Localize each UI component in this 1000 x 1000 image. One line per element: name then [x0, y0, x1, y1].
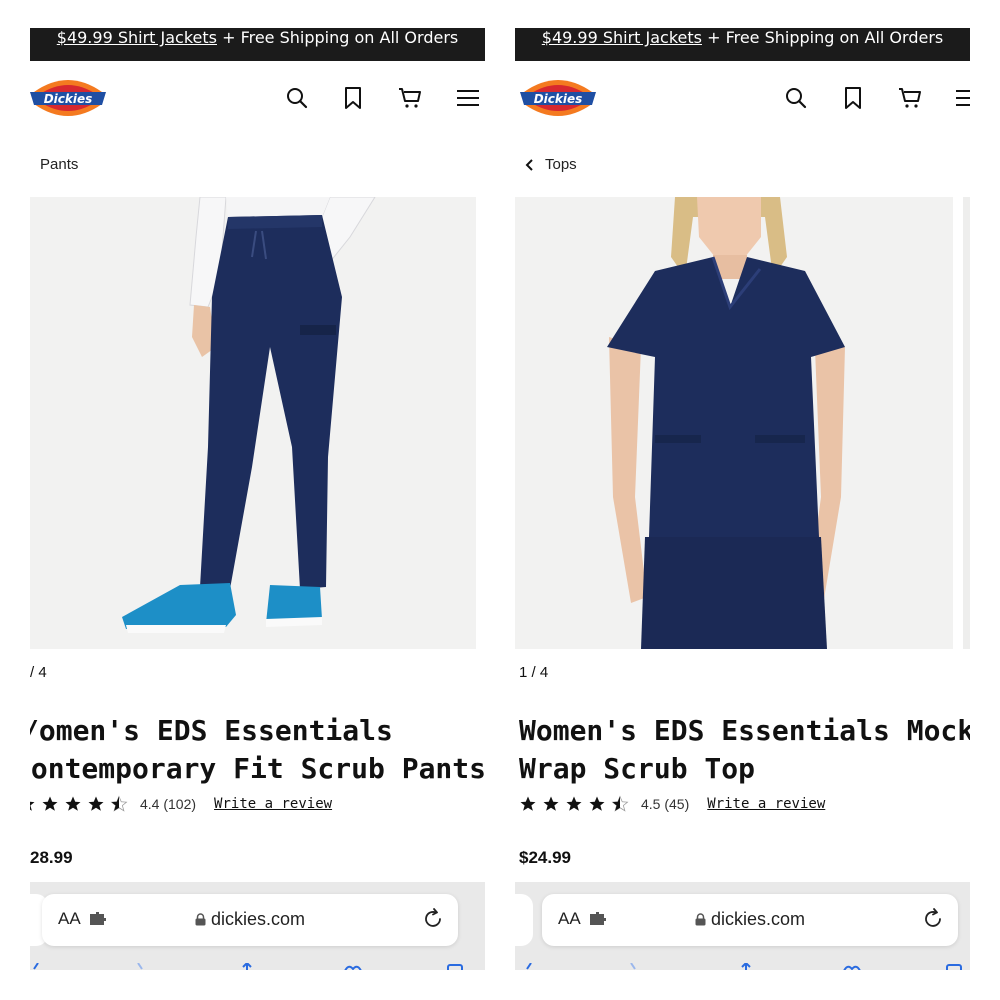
star-icon	[64, 795, 82, 813]
product-price: 28.99	[30, 848, 73, 867]
reload-icon[interactable]	[422, 908, 444, 930]
browser-toolbar	[515, 960, 970, 970]
dickies-logo[interactable]: Dickies	[30, 74, 106, 122]
browser-toolbar	[30, 960, 485, 970]
tabs-icon[interactable]	[945, 960, 967, 970]
breadcrumb[interactable]: Pants	[40, 156, 78, 173]
back-icon[interactable]	[30, 960, 52, 970]
image-counter: / 4	[30, 664, 47, 681]
star-icon	[41, 795, 59, 813]
product-page-top: $49.99 Shirt Jackets + Free Shipping on …	[515, 0, 970, 1000]
product-image-pants[interactable]	[30, 197, 476, 649]
review-count: (45)	[664, 796, 690, 812]
reload-icon[interactable]	[922, 908, 944, 930]
site-header: Dickies	[30, 66, 485, 130]
product-price: $24.99	[519, 848, 571, 867]
promo-link[interactable]: $49.99 Shirt Jackets	[57, 28, 217, 47]
rating-value: 4.4	[140, 796, 160, 812]
review-count: (102)	[163, 796, 197, 812]
star-half-icon	[110, 795, 128, 813]
star-half-icon	[611, 795, 629, 813]
bookmark-icon[interactable]	[841, 86, 865, 110]
svg-text:Dickies: Dickies	[44, 92, 93, 106]
lock-icon	[195, 910, 206, 926]
browser-bottom-bar: AA dickies.com	[515, 882, 970, 970]
share-icon[interactable]	[735, 960, 757, 970]
product-page-pants: $49.99 Shirt Jackets + Free Shipping on …	[30, 0, 485, 1000]
url-text: dickies.com	[710, 909, 806, 929]
cart-icon[interactable]	[398, 86, 422, 110]
back-icon[interactable]	[523, 960, 545, 970]
product-rating: 4.5 (45) Write a review	[519, 795, 825, 813]
address-bar[interactable]: AA dickies.com	[42, 894, 458, 946]
star-icon	[30, 795, 36, 813]
write-review-link[interactable]: Write a review	[214, 796, 332, 812]
product-title: Women's EDS Essentials Mock Wrap Scrub T…	[519, 712, 970, 788]
previous-tab-edge[interactable]	[515, 894, 533, 946]
chevron-left-icon[interactable]	[525, 158, 535, 172]
breadcrumb-label[interactable]: Tops	[545, 156, 577, 173]
menu-icon[interactable]	[955, 86, 970, 110]
star-icon	[588, 795, 606, 813]
browser-bottom-bar: AA dickies.com	[30, 882, 485, 970]
product-title-line-1: Women's EDS Essentials Mock	[519, 714, 970, 747]
star-icon	[565, 795, 583, 813]
bookmarks-icon[interactable]	[342, 960, 364, 970]
url-text: dickies.com	[210, 909, 306, 929]
rating-stars	[519, 795, 629, 813]
forward-icon[interactable]	[134, 960, 156, 970]
product-title-line-2: Wrap Scrub Top	[519, 752, 756, 785]
share-icon[interactable]	[236, 960, 258, 970]
promo-text: + Free Shipping on All Orders	[216, 28, 459, 47]
site-header: Dickies	[515, 66, 970, 130]
breadcrumb[interactable]: Tops	[525, 156, 577, 173]
svg-text:Dickies: Dickies	[534, 92, 583, 106]
tabs-icon[interactable]	[446, 960, 468, 970]
star-icon	[519, 795, 537, 813]
cart-icon[interactable]	[898, 86, 922, 110]
bookmark-icon[interactable]	[341, 86, 365, 110]
product-title-line-2: Contemporary Fit Scrub Pants	[30, 752, 485, 785]
bookmarks-icon[interactable]	[841, 960, 863, 970]
rating-stars	[30, 795, 128, 813]
promo-banner[interactable]: $49.99 Shirt Jackets + Free Shipping on …	[30, 28, 485, 61]
rating-value: 4.5	[641, 796, 661, 812]
star-icon	[87, 795, 105, 813]
product-title-line-1: /omen's EDS Essentials	[30, 714, 393, 747]
menu-icon[interactable]	[456, 86, 480, 110]
product-image-top[interactable]	[515, 197, 953, 649]
promo-link[interactable]: $49.99 Shirt Jackets	[542, 28, 702, 47]
dickies-logo[interactable]: Dickies	[520, 74, 596, 122]
forward-icon[interactable]	[627, 960, 649, 970]
product-rating: 4.4 (102) Write a review	[30, 795, 332, 813]
image-counter: 1 / 4	[519, 664, 549, 681]
lock-icon	[695, 910, 706, 926]
promo-banner[interactable]: $49.99 Shirt Jackets + Free Shipping on …	[515, 28, 970, 61]
search-icon[interactable]	[784, 86, 808, 110]
product-title: /omen's EDS Essentials Contemporary Fit …	[30, 712, 485, 788]
promo-text: + Free Shipping on All Orders	[701, 28, 944, 47]
breadcrumb-label[interactable]: Pants	[40, 156, 78, 173]
address-bar[interactable]: AA dickies.com	[542, 894, 958, 946]
star-icon	[542, 795, 560, 813]
search-icon[interactable]	[285, 86, 309, 110]
write-review-link[interactable]: Write a review	[707, 796, 825, 812]
next-image-peek[interactable]	[963, 197, 970, 649]
